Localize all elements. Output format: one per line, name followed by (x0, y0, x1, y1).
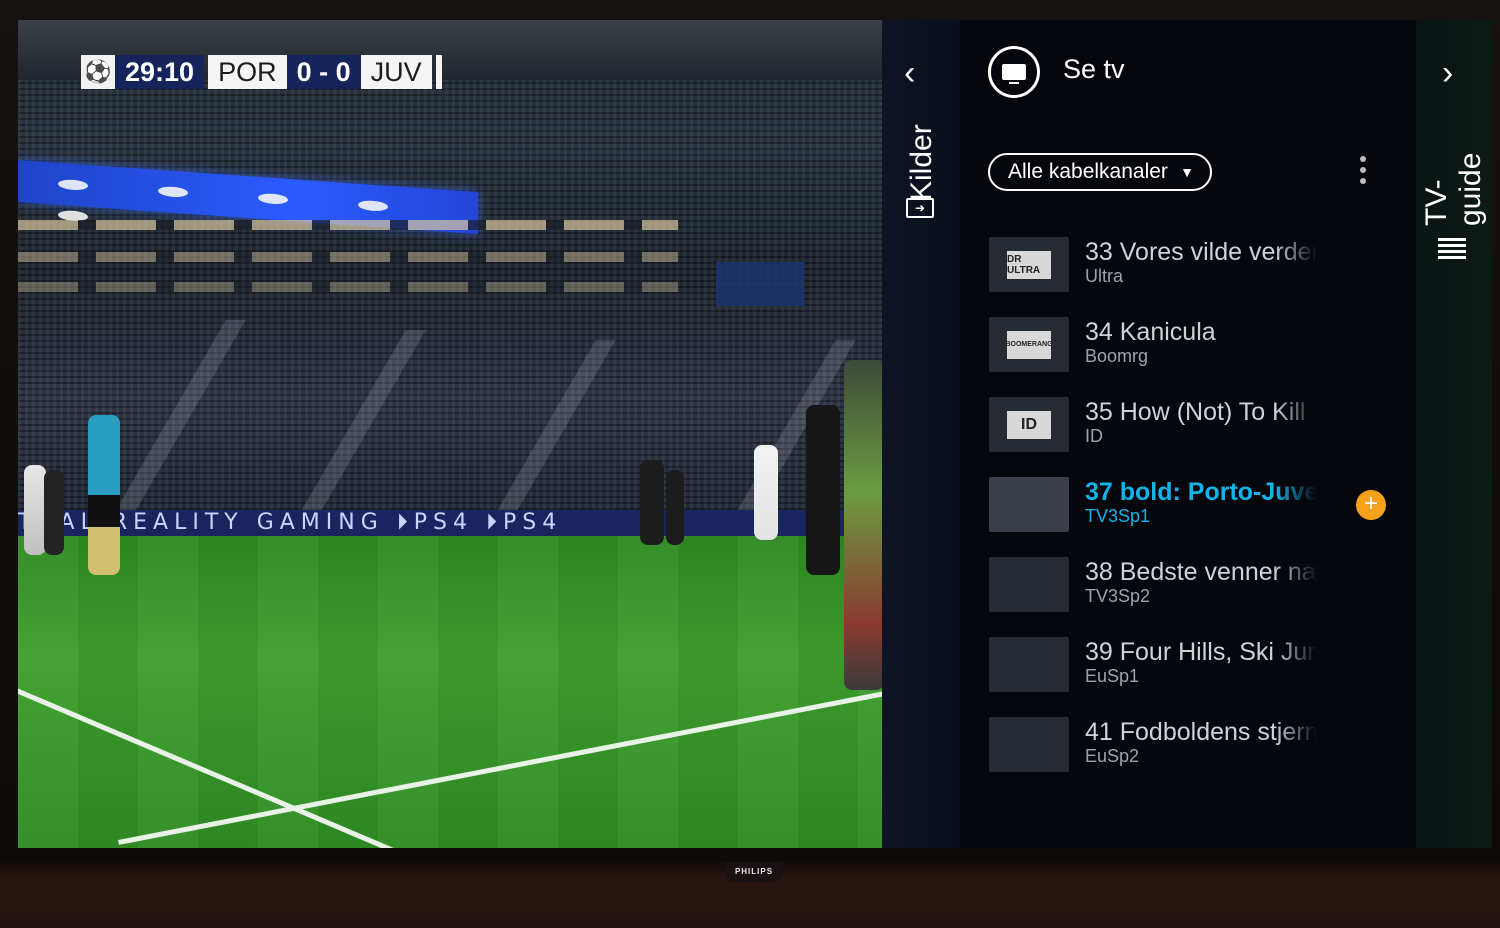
channel-program-title: 33 Vores vilde verden (1085, 238, 1317, 266)
chevron-right-icon[interactable]: › (1442, 56, 1453, 90)
add-favorite-button[interactable]: + (1356, 490, 1386, 520)
chevron-left-icon[interactable]: ‹ (904, 56, 915, 90)
channel-logo: DR ULTRA (1007, 250, 1051, 279)
player (24, 465, 46, 555)
channel-logo: BOOMERANG (1005, 330, 1053, 359)
tier-lights (18, 220, 678, 230)
sources-strip[interactable]: ‹ Kilder ➜ (882, 20, 960, 848)
channel-thumbnail (989, 557, 1069, 612)
referee (88, 415, 120, 575)
tv-guide-label: TV-guide (1420, 152, 1487, 226)
caret-down-icon: ▼ (1180, 164, 1194, 180)
channel-thumbnail: DR ULTRA (989, 237, 1069, 292)
tv-screen: TUAL REALITY GAMING ⏵PS4 ⏵PS4 ⚽ 29:10 PO… (18, 20, 1492, 848)
watch-tv-panel: Se tv Alle kabelkanaler ▼ DR ULTRA 33 Vo… (960, 20, 1416, 848)
channel-program-title: 37 bold: Porto-Juventus (1085, 478, 1317, 506)
channel-name: EuSp2 (1085, 746, 1140, 766)
input-source-icon: ➜ (906, 198, 934, 218)
channel-name: Ultra (1085, 266, 1124, 286)
advertising-board: TUAL REALITY GAMING ⏵PS4 ⏵PS4 (18, 510, 882, 536)
channel-name: Boomrg (1085, 346, 1149, 366)
channel-thumbnail: BOOMERANG (989, 317, 1069, 372)
player (806, 405, 840, 575)
pitch (18, 536, 882, 848)
tv-icon (988, 46, 1040, 98)
player (44, 470, 64, 555)
tv-guide-strip[interactable]: › TV-guide (1416, 20, 1492, 848)
channel-logo: ID (1007, 410, 1051, 439)
channel-name: TV3Sp1 (1085, 506, 1151, 526)
brand-logo: PHILIPS (726, 862, 782, 882)
channel-program-title: 35 How (Not) To Kill (1085, 398, 1306, 426)
channel-filter-dropdown[interactable]: Alle kabelkanaler ▼ (988, 153, 1212, 191)
channel-thumbnail (989, 477, 1069, 532)
channel-item[interactable]: BOOMERANG 34 Kanicula Boomrg (989, 317, 1409, 397)
channel-program-title: 39 Four Hills, Ski Jump (1085, 638, 1317, 666)
more-vert-icon[interactable] (1360, 156, 1366, 189)
player (754, 445, 778, 540)
channel-thumbnail (989, 717, 1069, 772)
channel-item[interactable]: 38 Bedste venner næ TV3Sp2 (989, 557, 1409, 637)
channel-thumbnail: ID (989, 397, 1069, 452)
channel-program-title: 41 Fodboldens stjerner (1085, 718, 1317, 746)
match-score: 0 - 0 (286, 55, 361, 89)
panel-title: Se tv (1063, 54, 1125, 84)
channel-item[interactable]: ID 35 How (Not) To Kill ID (989, 397, 1409, 477)
channel-name: EuSp1 (1085, 666, 1140, 686)
channel-filter-label: Alle kabelkanaler (1008, 160, 1168, 183)
channel-name: TV3Sp2 (1085, 586, 1151, 606)
champions-league-icon: ⚽ (81, 55, 115, 89)
scoreboard: ⚽ 29:10 POR 0 - 0 JUV (81, 55, 442, 89)
channel-thumbnail (989, 637, 1069, 692)
channel-item[interactable]: 41 Fodboldens stjerner EuSp2 (989, 717, 1409, 797)
match-clock: 29:10 (115, 55, 205, 89)
channel-list: DR ULTRA 33 Vores vilde verden Ultra BOO… (989, 237, 1409, 797)
channel-item-selected[interactable]: 37 bold: Porto-Juventus TV3Sp1 + (989, 477, 1409, 557)
stadium-screen (716, 262, 804, 306)
channel-item[interactable]: 39 Four Hills, Ski Jump EuSp1 (989, 637, 1409, 717)
channel-program-title: 38 Bedste venner næ (1085, 558, 1317, 586)
channel-name: ID (1085, 426, 1103, 446)
tier-lights (18, 252, 678, 262)
channel-program-title: 34 Kanicula (1085, 318, 1216, 346)
away-team: JUV (360, 55, 432, 89)
channel-item[interactable]: DR ULTRA 33 Vores vilde verden Ultra (989, 237, 1409, 317)
scoreboard-end (435, 55, 442, 89)
tier-lights (18, 282, 678, 292)
player (666, 470, 684, 545)
player (844, 360, 882, 690)
player (640, 460, 664, 545)
list-icon (1438, 238, 1466, 262)
home-team: POR (208, 55, 287, 89)
live-video[interactable]: TUAL REALITY GAMING ⏵PS4 ⏵PS4 ⚽ 29:10 PO… (18, 20, 882, 848)
